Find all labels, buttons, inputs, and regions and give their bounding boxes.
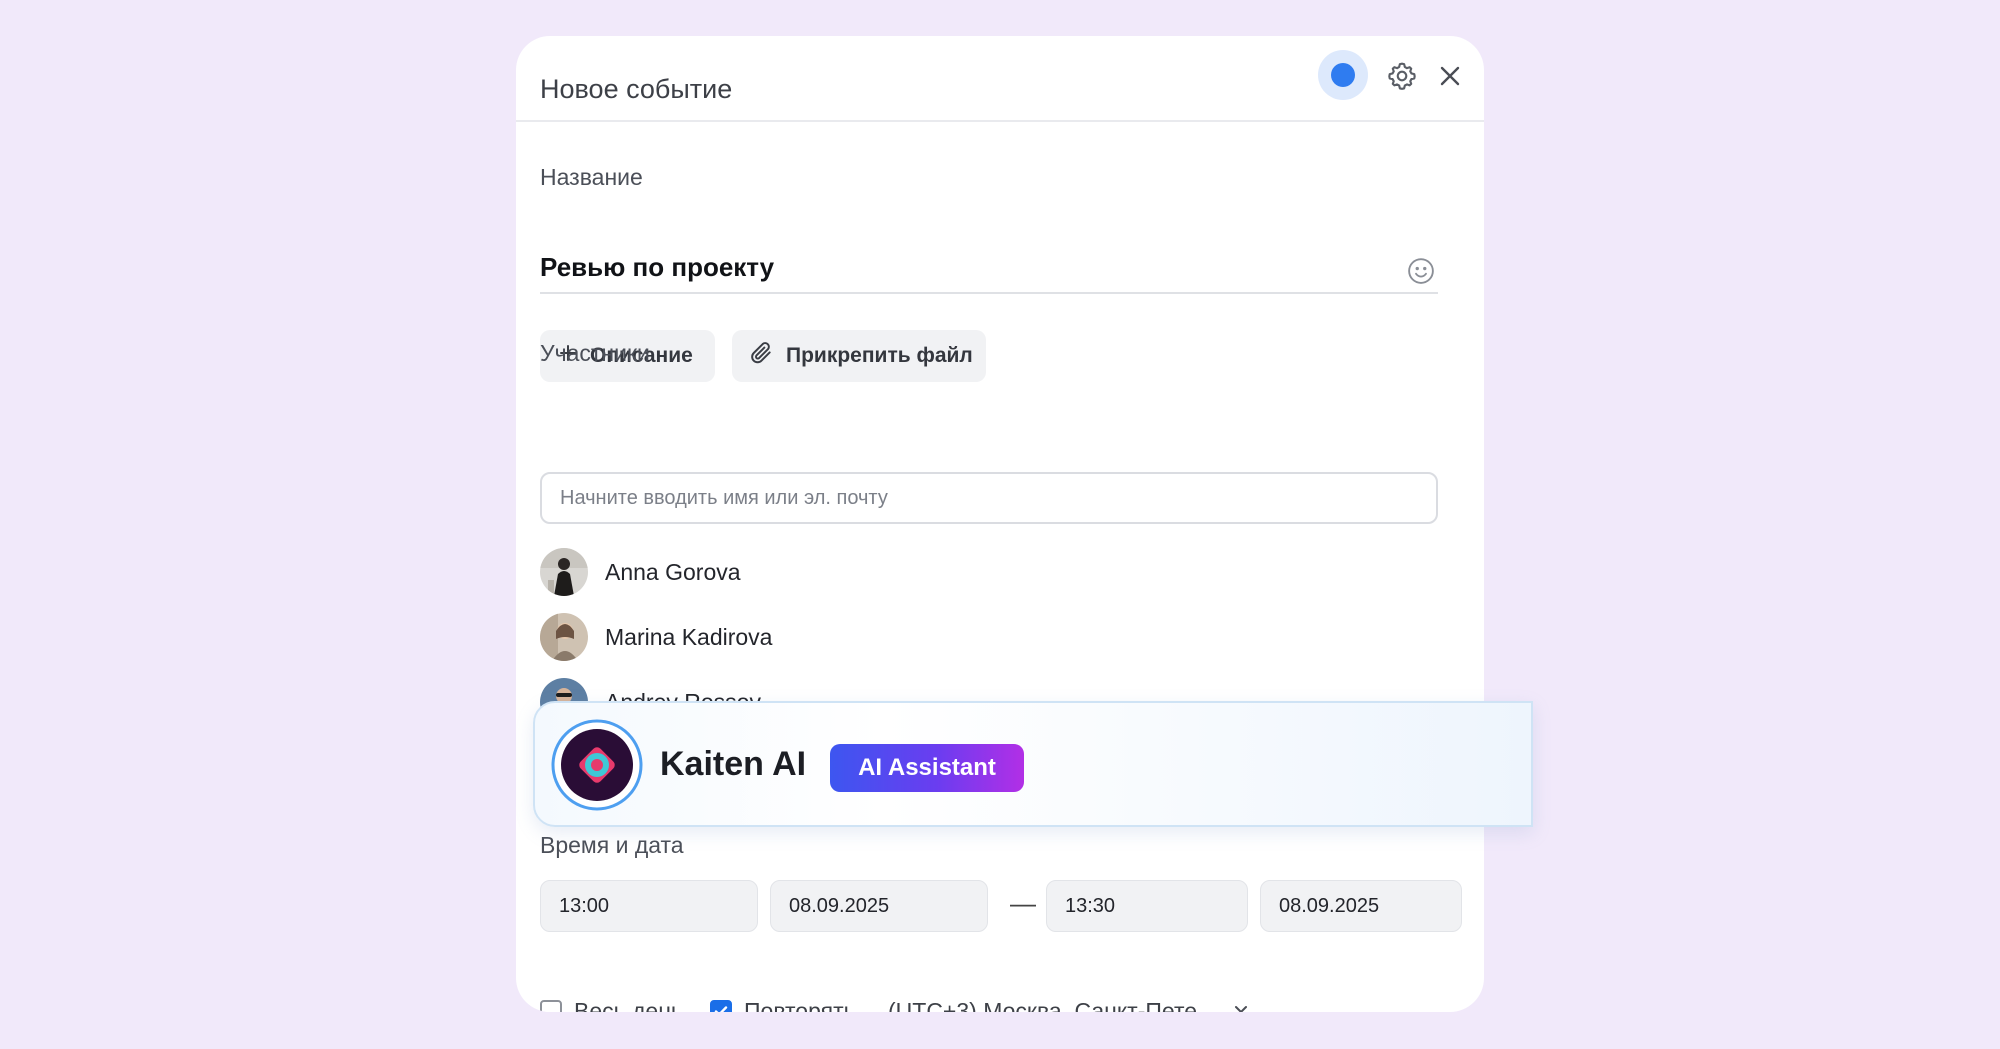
- dialog-title: Новое событие: [540, 74, 733, 104]
- ai-name: Kaiten AI: [660, 745, 807, 783]
- avatar: [540, 613, 588, 661]
- datetime-label: Время и дата: [540, 832, 684, 858]
- all-day-option[interactable]: Весь день: [540, 996, 683, 1012]
- close-icon[interactable]: [1434, 60, 1466, 92]
- avatar: [540, 548, 588, 596]
- timezone-select[interactable]: (UTC+3) Москва, Санкт-Пете...: [888, 996, 1250, 1012]
- all-day-label: Весь день: [574, 997, 683, 1013]
- dialog-header: Новое событие: [516, 36, 1484, 122]
- participants-label: Участники: [540, 340, 650, 366]
- attach-file-label: Прикрепить файл: [786, 344, 973, 367]
- kaiten-ai-logo-icon: [551, 719, 643, 811]
- ai-assistant-badge: AI Assistant: [830, 744, 1024, 792]
- repeat-option[interactable]: Повторять: [710, 996, 856, 1012]
- start-date-value: 08.09.2025: [789, 894, 890, 917]
- start-date-field[interactable]: 08.09.2025: [770, 880, 988, 932]
- paperclip-icon: [748, 340, 774, 372]
- timezone-value: (UTC+3) Москва, Санкт-Пете...: [888, 997, 1217, 1013]
- name-label: Название: [540, 164, 643, 190]
- participants-search-input[interactable]: [540, 472, 1438, 524]
- participant-item[interactable]: Anna Gorova: [540, 548, 741, 596]
- gear-icon[interactable]: [1386, 60, 1418, 92]
- new-event-dialog: Новое событие Название Ревью по проекту: [516, 36, 1484, 1012]
- color-dot-icon: [1331, 63, 1355, 87]
- end-date-value: 08.09.2025: [1279, 894, 1380, 917]
- repeat-checkbox[interactable]: [710, 1000, 732, 1012]
- all-day-checkbox[interactable]: [540, 1000, 562, 1012]
- end-date-field[interactable]: 08.09.2025: [1260, 880, 1462, 932]
- start-time-value: 13:00: [559, 894, 610, 917]
- end-time-value: 13:30: [1065, 894, 1116, 917]
- start-time-field[interactable]: 13:00: [540, 880, 758, 932]
- participant-name: Marina Kadirova: [605, 623, 773, 650]
- repeat-label: Повторять: [744, 997, 856, 1013]
- event-name-value: Ревью по проекту: [540, 252, 775, 282]
- range-separator: —: [1010, 888, 1036, 918]
- participant-name: Anna Gorova: [605, 558, 741, 585]
- end-time-field[interactable]: 13:30: [1046, 880, 1248, 932]
- ai-assistant-banner[interactable]: Kaiten AI AI Assistant: [533, 701, 1533, 827]
- event-name-field[interactable]: Ревью по проекту: [540, 246, 1438, 294]
- event-color-button[interactable]: [1318, 50, 1368, 100]
- participant-item[interactable]: Marina Kadirova: [540, 613, 772, 661]
- chevron-down-icon: [1232, 1000, 1250, 1012]
- emoji-icon[interactable]: [1406, 256, 1438, 288]
- attach-file-button[interactable]: Прикрепить файл: [732, 330, 986, 382]
